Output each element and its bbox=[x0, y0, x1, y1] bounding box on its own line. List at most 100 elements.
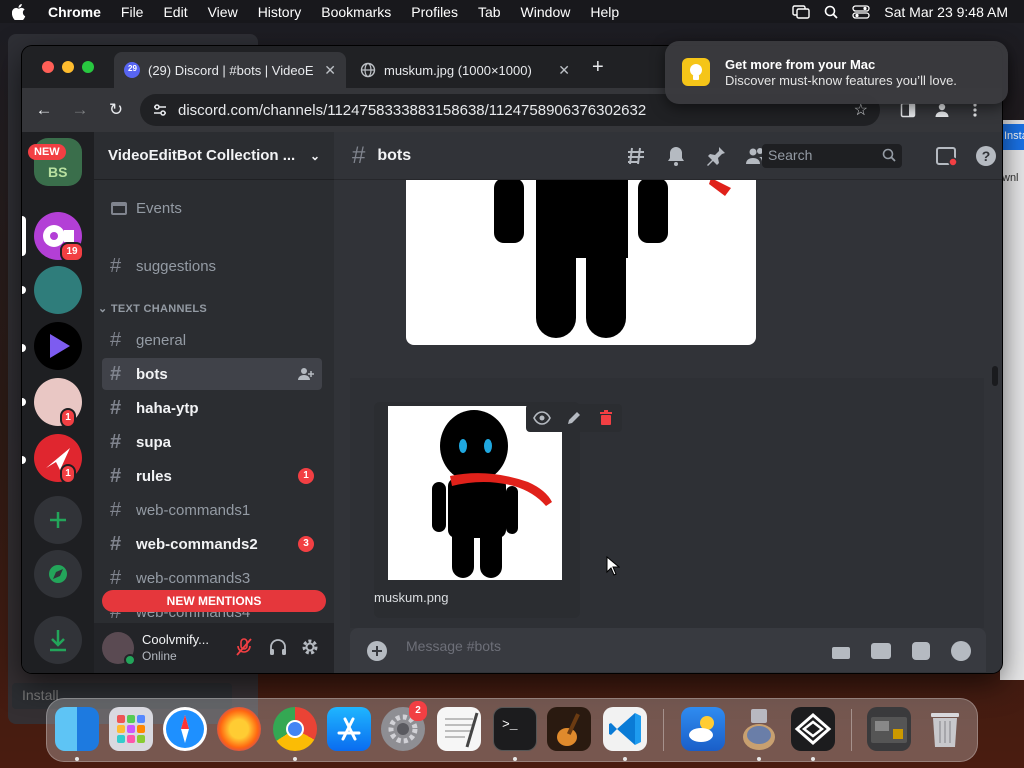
side-panel-icon[interactable] bbox=[900, 102, 916, 118]
menu-history[interactable]: History bbox=[248, 4, 312, 20]
emoji-icon[interactable] bbox=[950, 640, 972, 662]
app-store-icon[interactable] bbox=[327, 707, 371, 751]
message-composer[interactable]: Message #bots bbox=[350, 628, 986, 672]
server-header[interactable]: VideoEditBot Collection ... ⌄ bbox=[94, 132, 334, 180]
window-zoom-button[interactable] bbox=[82, 61, 94, 73]
muted-microphone-icon[interactable] bbox=[234, 637, 254, 657]
add-server-plus-icon[interactable] bbox=[34, 496, 82, 544]
gif-icon[interactable] bbox=[870, 640, 892, 660]
channel-bots[interactable]: # bots bbox=[102, 358, 322, 390]
image-attachment[interactable]: muskum.png bbox=[374, 402, 622, 618]
mention-count-badge: 1 bbox=[298, 468, 314, 484]
channel-label: rules bbox=[136, 467, 172, 485]
channel-general[interactable]: # general bbox=[102, 324, 322, 356]
apple-menu-icon[interactable] bbox=[0, 3, 38, 20]
upload-plus-icon[interactable] bbox=[366, 640, 388, 662]
finder-icon[interactable] bbox=[55, 707, 99, 751]
threads-icon[interactable] bbox=[624, 144, 648, 168]
trash-icon[interactable] bbox=[923, 707, 967, 751]
preview-icon[interactable] bbox=[737, 707, 781, 751]
muskum-image[interactable] bbox=[388, 406, 562, 580]
window-close-button[interactable] bbox=[42, 61, 54, 73]
firefox-icon[interactable] bbox=[217, 707, 261, 751]
help-question-icon[interactable]: ? bbox=[974, 144, 998, 168]
menu-tab[interactable]: Tab bbox=[468, 4, 511, 20]
dock: 2 >_ bbox=[46, 698, 978, 762]
screen-mirroring-icon[interactable] bbox=[792, 4, 810, 19]
menu-datetime[interactable]: Sat Mar 23 9:48 AM bbox=[884, 4, 1008, 20]
server-icon-anime[interactable]: 1 bbox=[34, 378, 82, 428]
inbox-icon[interactable] bbox=[934, 144, 958, 168]
vscode-icon[interactable] bbox=[603, 707, 647, 751]
download-apps-icon[interactable] bbox=[34, 616, 82, 664]
events-item[interactable]: Events bbox=[102, 192, 322, 224]
user-settings-gear-icon[interactable] bbox=[300, 637, 320, 657]
view-eye-icon[interactable] bbox=[526, 404, 558, 432]
channel-sidebar: VideoEditBot Collection ... ⌄ Events # s… bbox=[94, 132, 334, 673]
menu-view[interactable]: View bbox=[198, 4, 248, 20]
message-scrollbar[interactable] bbox=[992, 366, 998, 386]
new-tab-plus-icon[interactable]: + bbox=[592, 56, 604, 79]
channel-rules[interactable]: # rules 1 bbox=[102, 460, 322, 492]
previous-image-attachment[interactable] bbox=[406, 180, 756, 345]
message-row-hovered[interactable]: muskum.png bbox=[350, 378, 984, 628]
channel-suggestions[interactable]: # suggestions bbox=[102, 250, 322, 282]
server-icon-play[interactable] bbox=[34, 322, 82, 370]
server-icon-bs[interactable]: NEW BS bbox=[28, 138, 82, 186]
menu-app-name[interactable]: Chrome bbox=[38, 4, 111, 20]
menu-file[interactable]: File bbox=[111, 4, 154, 20]
back-arrow-icon[interactable]: ← bbox=[26, 100, 62, 120]
headphones-icon[interactable] bbox=[268, 637, 288, 657]
menu-profiles[interactable]: Profiles bbox=[401, 4, 468, 20]
server-icon-teal[interactable] bbox=[34, 266, 82, 314]
menu-edit[interactable]: Edit bbox=[153, 4, 197, 20]
delete-trash-icon[interactable] bbox=[590, 404, 622, 432]
explore-compass-icon[interactable] bbox=[34, 550, 82, 598]
avatar[interactable] bbox=[102, 632, 136, 666]
downloads-stack-icon[interactable] bbox=[867, 707, 911, 751]
discord-app: NEW BS 19 1 1 VideoEditBot Collection ..… bbox=[22, 132, 1002, 673]
site-settings-tune-icon[interactable] bbox=[152, 102, 168, 118]
notification-bell-icon[interactable] bbox=[664, 144, 688, 168]
tab-discord[interactable]: 29 (29) Discord | #bots | VideoEd ✕ bbox=[114, 52, 346, 88]
invite-user-icon[interactable] bbox=[298, 367, 314, 381]
channel-web-commands1[interactable]: # web-commands1 bbox=[102, 494, 322, 526]
control-center-icon[interactable] bbox=[852, 4, 870, 19]
weather-icon[interactable] bbox=[681, 707, 725, 751]
launchpad-icon[interactable] bbox=[109, 707, 153, 751]
new-mentions-button[interactable]: NEW MENTIONS bbox=[102, 590, 326, 612]
tab-close-icon[interactable]: ✕ bbox=[324, 62, 336, 79]
server-icon-red[interactable]: 1 bbox=[34, 434, 82, 484]
gift-icon[interactable] bbox=[830, 640, 852, 660]
edit-pencil-icon[interactable] bbox=[558, 404, 590, 432]
safari-icon[interactable] bbox=[163, 707, 207, 751]
vpn-icon[interactable] bbox=[791, 707, 835, 751]
garageband-icon[interactable] bbox=[547, 707, 591, 751]
channel-web-commands2[interactable]: # web-commands2 3 bbox=[102, 528, 322, 560]
running-indicator bbox=[811, 757, 815, 761]
chrome-menu-icon[interactable] bbox=[972, 102, 978, 118]
menu-help[interactable]: Help bbox=[580, 4, 629, 20]
sticker-icon[interactable] bbox=[910, 640, 932, 660]
chrome-icon[interactable] bbox=[273, 707, 317, 751]
pinned-messages-icon[interactable] bbox=[704, 144, 728, 168]
tab-close-icon[interactable]: ✕ bbox=[558, 62, 570, 79]
system-settings-icon[interactable]: 2 bbox=[381, 701, 427, 751]
server-icon-videoeditbot[interactable]: 19 bbox=[34, 212, 84, 262]
category-text-channels[interactable]: ⌄ TEXT CHANNELS bbox=[98, 302, 207, 315]
reload-icon[interactable]: ↻ bbox=[98, 100, 134, 120]
tab-muskum-image[interactable]: muskum.jpg (1000×1000) ✕ bbox=[350, 52, 580, 88]
macos-notification[interactable]: Get more from your Mac Discover must-kno… bbox=[665, 41, 1008, 104]
profile-icon[interactable] bbox=[934, 102, 950, 118]
menu-window[interactable]: Window bbox=[511, 4, 581, 20]
forward-arrow-icon[interactable]: → bbox=[62, 100, 98, 120]
window-minimize-button[interactable] bbox=[62, 61, 74, 73]
terminal-icon[interactable]: >_ bbox=[493, 707, 537, 751]
channel-haha-ytp[interactable]: # haha-ytp bbox=[102, 392, 322, 424]
search-input[interactable]: Search bbox=[762, 144, 902, 168]
channel-supa[interactable]: # supa bbox=[102, 426, 322, 458]
textedit-icon[interactable] bbox=[437, 707, 481, 751]
background-install-button[interactable]: Insta bbox=[1002, 124, 1024, 150]
spotlight-search-icon[interactable] bbox=[824, 5, 838, 19]
menu-bookmarks[interactable]: Bookmarks bbox=[311, 4, 401, 20]
